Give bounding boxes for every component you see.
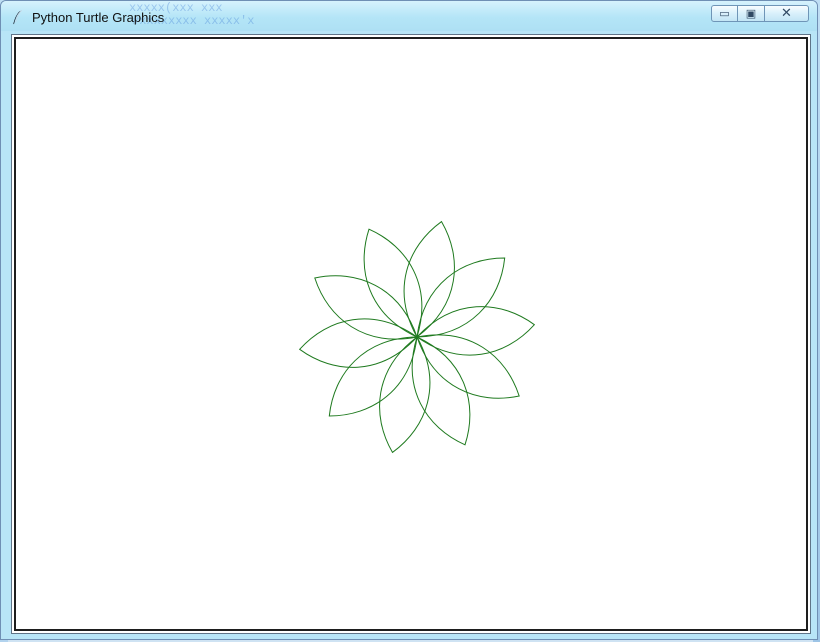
flower-petal xyxy=(411,336,471,446)
flower-petal xyxy=(298,318,418,368)
window-controls: ▭ ▣ ✕ xyxy=(711,5,809,22)
flower-petal xyxy=(314,275,418,340)
flower-petal xyxy=(416,334,520,399)
title-bar[interactable]: xxxxx(xxx xxx #xxxxxxxx xxxxx'x Python T… xyxy=(1,1,817,31)
turtle-canvas[interactable] xyxy=(16,39,806,629)
minimize-button[interactable]: ▭ xyxy=(711,5,738,22)
canvas-frame xyxy=(11,34,811,634)
window-title: Python Turtle Graphics xyxy=(32,10,165,25)
maximize-icon: ▣ xyxy=(745,7,757,20)
flower-petal xyxy=(379,336,431,454)
flower-drawing xyxy=(298,220,536,454)
turtle-canvas-border[interactable] xyxy=(14,37,808,631)
feather-icon xyxy=(13,9,23,25)
flower-petal xyxy=(416,306,536,356)
flower-center xyxy=(415,335,419,339)
flower-petal xyxy=(403,220,455,338)
close-icon: ✕ xyxy=(781,6,792,21)
turtle-window: xxxxx(xxx xxx #xxxxxxxx xxxxx'x Python T… xyxy=(0,0,818,640)
flower-petal xyxy=(363,228,423,338)
maximize-button[interactable]: ▣ xyxy=(738,5,765,22)
minimize-icon: ▭ xyxy=(719,7,730,20)
close-button[interactable]: ✕ xyxy=(765,5,809,22)
